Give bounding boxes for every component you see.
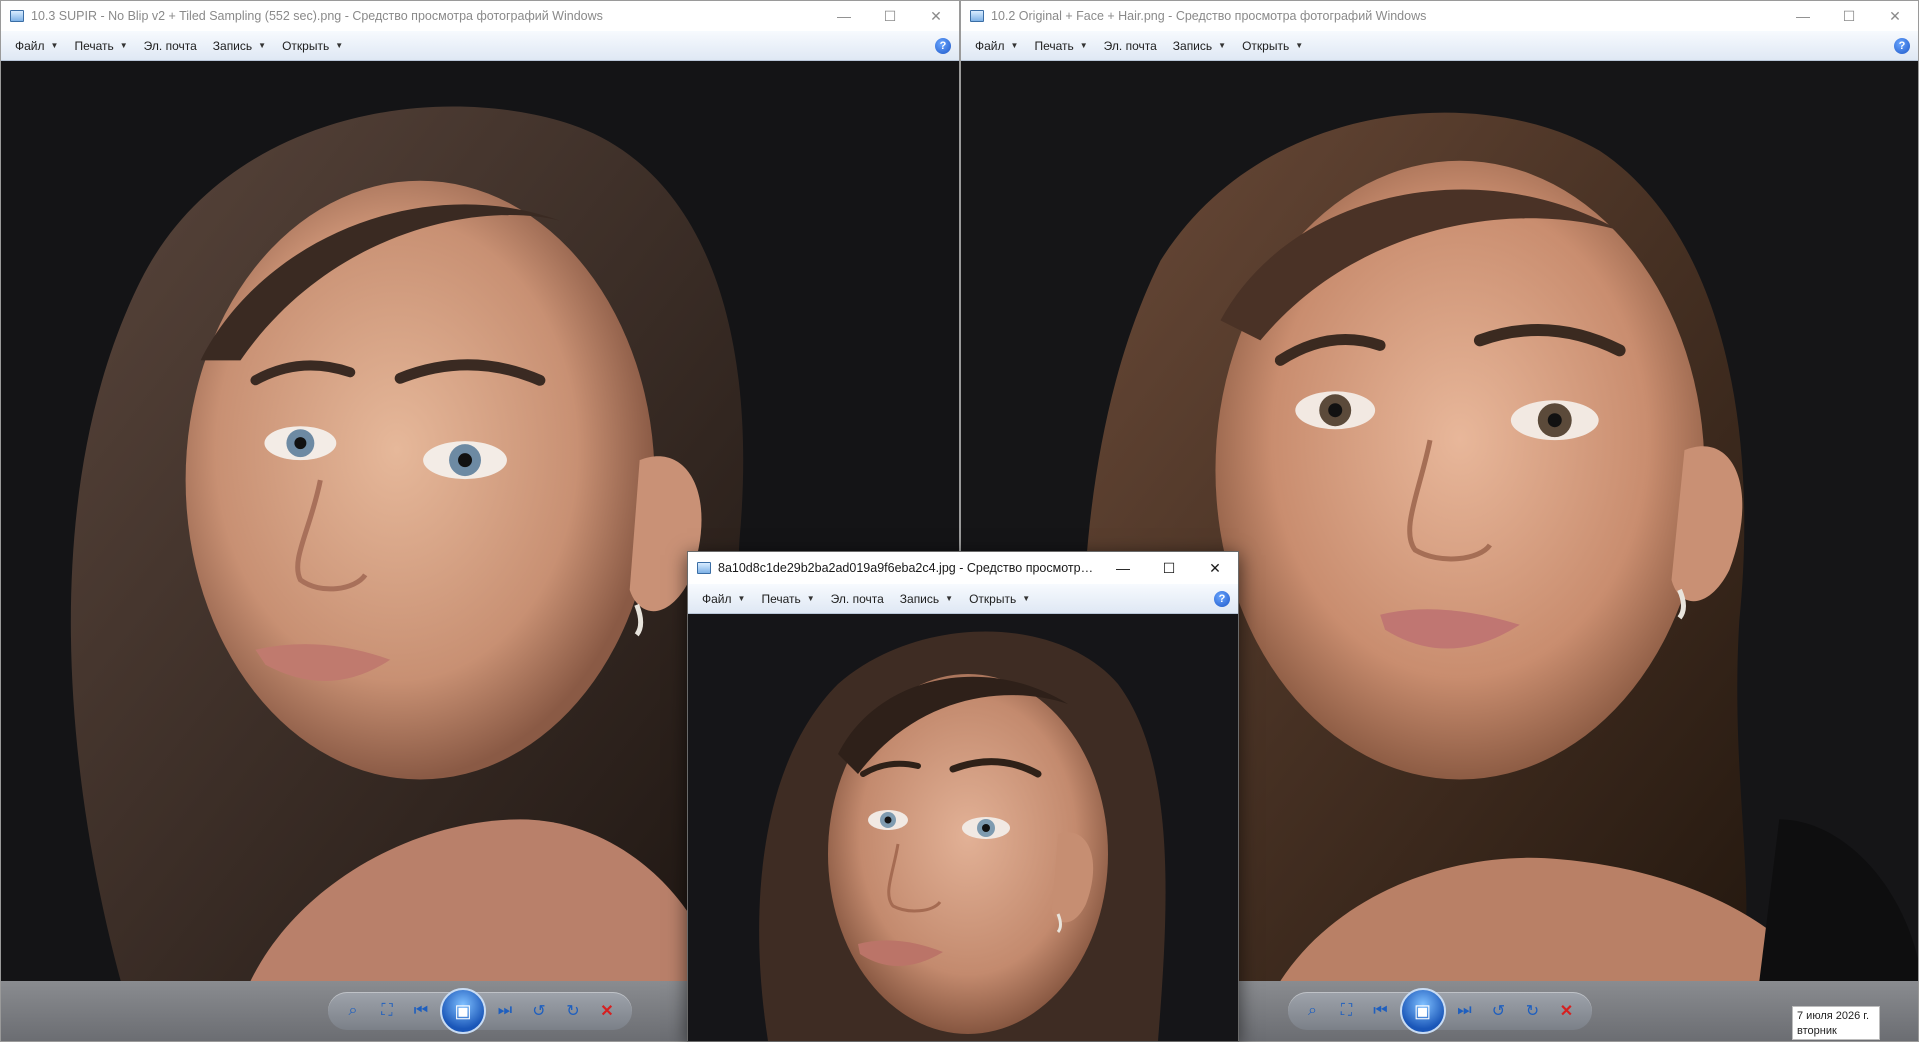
close-button[interactable]: ✕ xyxy=(913,1,959,31)
photo-viewer-icon xyxy=(697,562,711,574)
portrait-photo xyxy=(688,614,1238,1041)
menu-file-label: Файл xyxy=(15,38,45,53)
menu-email[interactable]: Эл. почта xyxy=(136,31,205,60)
help-icon[interactable]: ? xyxy=(935,37,951,54)
menu-burn-label: Запись xyxy=(212,38,253,53)
photo-viewer-window-middle: 8a10d8c1de29b2ba2ad019a9f6eba2c4.jpg - С… xyxy=(687,551,1239,1042)
next-icon[interactable]: ⏭ xyxy=(490,996,520,1026)
chevron-down-icon: ▼ xyxy=(806,594,815,603)
menu-file[interactable]: Файл ▼ xyxy=(967,31,1026,60)
help-icon[interactable]: ? xyxy=(1894,37,1910,54)
slideshow-icon[interactable]: ▣ xyxy=(1399,988,1446,1034)
menu-print-label: Печать xyxy=(1034,38,1074,53)
delete-icon[interactable]: ✕ xyxy=(592,996,622,1026)
menu-open[interactable]: Открыть ▼ xyxy=(961,584,1038,613)
close-button[interactable]: ✕ xyxy=(1192,552,1238,584)
minimize-button[interactable]: — xyxy=(821,1,867,31)
menu-open-label: Открыть xyxy=(282,38,330,53)
menu-email-label: Эл. почта xyxy=(830,591,884,606)
chevron-down-icon: ▼ xyxy=(1010,41,1019,50)
menu-email[interactable]: Эл. почта xyxy=(823,584,892,613)
rotate-ccw-icon[interactable]: ↺ xyxy=(524,996,554,1026)
minimize-button[interactable]: — xyxy=(1780,1,1826,31)
actual-size-icon[interactable]: ⛶ xyxy=(372,996,402,1026)
date-tooltip: 7 июля 2026 г. вторник xyxy=(1792,1006,1880,1040)
menu-print[interactable]: Печать ▼ xyxy=(66,31,135,60)
zoom-icon[interactable]: ⌕ xyxy=(1298,996,1328,1026)
menu-burn[interactable]: Запись ▼ xyxy=(1165,31,1234,60)
chevron-down-icon: ▼ xyxy=(945,594,954,603)
menu-email[interactable]: Эл. почта xyxy=(1096,31,1165,60)
menu-bar: Файл ▼ Печать ▼ Эл. почта Запись ▼ Открыть ▼… xyxy=(688,584,1238,614)
maximize-button[interactable]: ☐ xyxy=(867,1,913,31)
menu-burn-label: Запись xyxy=(899,591,940,606)
next-icon[interactable]: ⏭ xyxy=(1450,996,1480,1026)
menu-burn-label: Запись xyxy=(1172,38,1213,53)
menu-file-label: Файл xyxy=(975,38,1005,53)
chevron-down-icon: ▼ xyxy=(119,41,128,50)
chevron-down-icon: ▼ xyxy=(335,41,344,50)
menu-burn[interactable]: Запись ▼ xyxy=(205,31,274,60)
menu-email-label: Эл. почта xyxy=(143,38,197,53)
menu-open-label: Открыть xyxy=(1242,38,1290,53)
chevron-down-icon: ▼ xyxy=(1022,594,1031,603)
menu-open-label: Открыть xyxy=(969,591,1017,606)
window-title: 10.3 SUPIR - No Blip v2 + Tiled Sampling… xyxy=(31,9,603,23)
previous-icon[interactable]: ⏮ xyxy=(1366,996,1396,1026)
chevron-down-icon: ▼ xyxy=(1218,41,1227,50)
photo-viewer-icon xyxy=(10,10,24,22)
menu-file[interactable]: Файл ▼ xyxy=(7,31,66,60)
photo-viewer-icon xyxy=(970,10,984,22)
title-bar[interactable]: 10.3 SUPIR - No Blip v2 + Tiled Sampling… xyxy=(1,1,959,31)
title-bar[interactable]: 8a10d8c1de29b2ba2ad019a9f6eba2c4.jpg - С… xyxy=(688,552,1238,584)
menu-print-label: Печать xyxy=(74,38,114,53)
chevron-down-icon: ▼ xyxy=(737,594,746,603)
close-button[interactable]: ✕ xyxy=(1872,1,1918,31)
previous-icon[interactable]: ⏮ xyxy=(406,996,436,1026)
chevron-down-icon: ▼ xyxy=(50,41,59,50)
window-title: 10.2 Original + Face + Hair.png - Средст… xyxy=(991,9,1427,23)
menu-open[interactable]: Открыть ▼ xyxy=(274,31,351,60)
menu-print[interactable]: Печать ▼ xyxy=(1026,31,1095,60)
menu-bar: Файл ▼ Печать ▼ Эл. почта Запись ▼ Открыть ▼… xyxy=(961,31,1918,61)
title-bar[interactable]: 10.2 Original + Face + Hair.png - Средст… xyxy=(961,1,1918,31)
chevron-down-icon: ▼ xyxy=(1295,41,1304,50)
rotate-cw-icon[interactable]: ↻ xyxy=(1518,996,1548,1026)
menu-print[interactable]: Печать ▼ xyxy=(753,584,822,613)
maximize-button[interactable]: ☐ xyxy=(1146,552,1192,584)
maximize-button[interactable]: ☐ xyxy=(1826,1,1872,31)
actual-size-icon[interactable]: ⛶ xyxy=(1332,996,1362,1026)
menu-open[interactable]: Открыть ▼ xyxy=(1234,31,1311,60)
rotate-cw-icon[interactable]: ↻ xyxy=(558,996,588,1026)
delete-icon[interactable]: ✕ xyxy=(1552,996,1582,1026)
help-icon[interactable]: ? xyxy=(1214,590,1230,607)
menu-print-label: Печать xyxy=(761,591,801,606)
date-text: 7 июля 2026 г. xyxy=(1797,1010,1870,1022)
window-title: 8a10d8c1de29b2ba2ad019a9f6eba2c4.jpg - С… xyxy=(718,561,1100,575)
menu-file[interactable]: Файл ▼ xyxy=(694,584,753,613)
weekday-text: вторник xyxy=(1797,1025,1837,1037)
slideshow-icon[interactable]: ▣ xyxy=(440,988,486,1034)
image-viewport[interactable] xyxy=(688,614,1238,1041)
chevron-down-icon: ▼ xyxy=(258,41,267,50)
menu-burn[interactable]: Запись ▼ xyxy=(892,584,961,613)
zoom-icon[interactable]: ⌕ xyxy=(338,996,368,1026)
menu-file-label: Файл xyxy=(702,591,732,606)
rotate-ccw-icon[interactable]: ↺ xyxy=(1484,996,1514,1026)
minimize-button[interactable]: — xyxy=(1100,552,1146,584)
menu-bar: Файл ▼ Печать ▼ Эл. почта Запись ▼ Открыть ▼… xyxy=(1,31,959,61)
menu-email-label: Эл. почта xyxy=(1103,38,1157,53)
chevron-down-icon: ▼ xyxy=(1079,41,1088,50)
